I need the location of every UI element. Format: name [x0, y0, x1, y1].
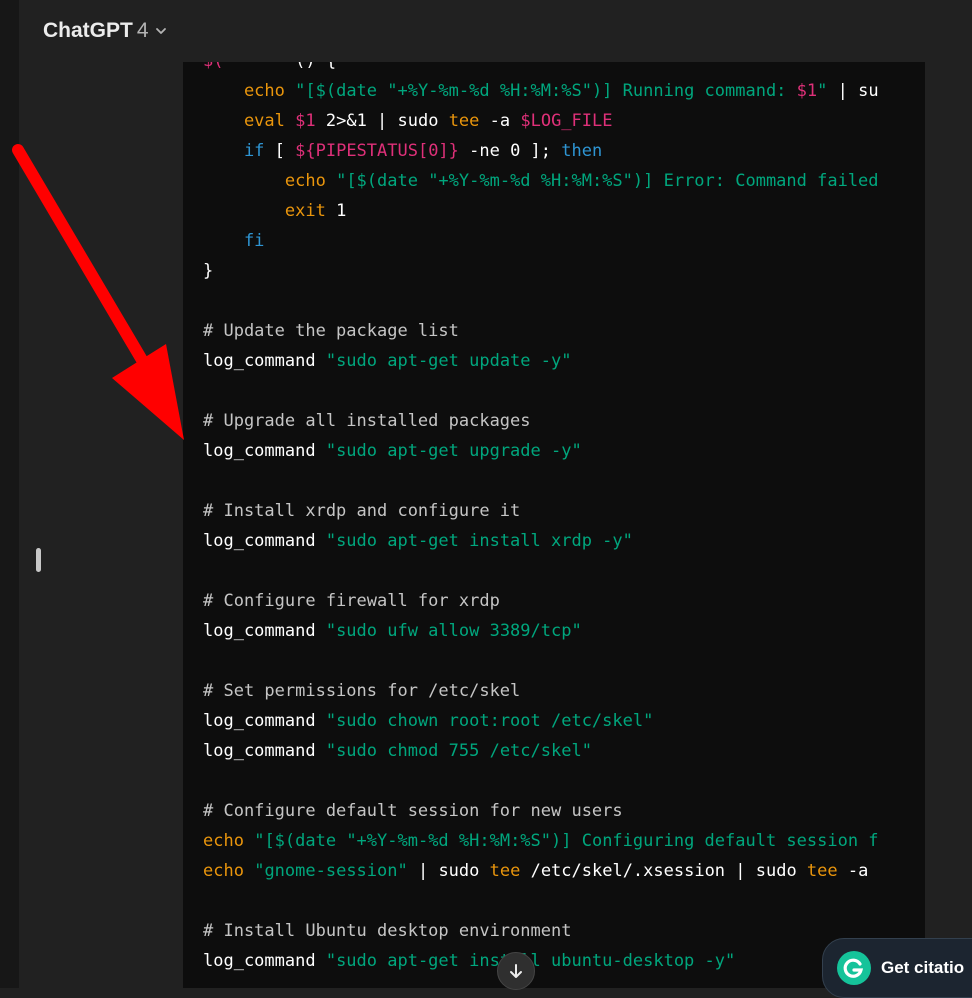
code-token: ${PIPESTATUS[0]} — [295, 141, 459, 161]
code-line: log_command "sudo chown root:root /etc/s… — [203, 706, 653, 736]
code-line: # Install xrdp and configure it — [203, 496, 520, 526]
code-token: "sudo apt-get upgrade -y" — [325, 441, 582, 461]
model-selector-button[interactable]: ChatGPT 4 — [43, 16, 167, 46]
code-line: if [ ${PIPESTATUS[0]} -ne 0 ]; then — [203, 136, 602, 166]
arrow-down-icon — [510, 964, 522, 978]
code-line: echo "[$(date "+%Y-%m-%d %H:%M:%S")] Err… — [203, 166, 879, 196]
code-token: log_command — [203, 441, 326, 461]
code-token: exit — [203, 201, 326, 221]
top-bar: ChatGPT 4 — [19, 0, 972, 62]
code-token: | sudo — [407, 861, 490, 881]
code-token: echo — [203, 831, 244, 851]
code-token: /etc/skel/.xsession | sudo — [520, 861, 807, 881]
scroll-down-button[interactable] — [497, 952, 535, 990]
citation-label: Get citatio — [881, 958, 965, 977]
code-line: echo "[$(date "+%Y-%m-%d %H:%M:%S")] Con… — [203, 826, 879, 856]
code-line: fi — [203, 226, 264, 256]
code-token: eval — [203, 111, 285, 131]
code-line: # Configure default session for new user… — [203, 796, 623, 826]
sidebar-strip — [0, 0, 19, 988]
code-token: # Set permissions for /etc/skel — [203, 681, 521, 701]
code-token: if — [203, 141, 265, 161]
code-line: # Upgrade all installed packages — [203, 406, 531, 436]
code-token: # Configure default session for new user… — [203, 801, 623, 821]
code-token: () — [295, 62, 315, 71]
code-token: "sudo apt-get update -y" — [325, 351, 572, 371]
code-token: 1 — [325, 201, 347, 221]
code-token: $( — [203, 62, 223, 71]
code-token: } — [203, 261, 214, 281]
code-line: # Configure firewall for xrdp — [203, 586, 500, 616]
code-token: log_command — [203, 621, 326, 641]
code-token: # Upgrade all installed packages — [203, 411, 531, 431]
code-line: } — [203, 256, 213, 286]
code-token: $1 — [796, 81, 818, 101]
chevron-down-icon — [155, 28, 166, 34]
code-token: $LOG_FILE — [520, 111, 613, 131]
code-token: fi — [203, 231, 265, 251]
code-line: log_command "sudo apt-get install xrdp -… — [203, 526, 633, 556]
code-block: $( () { echo "[$(date "+%Y-%m-%d %H:%M:%… — [183, 62, 925, 988]
code-token: tee — [489, 861, 521, 881]
code-token: log_command — [203, 741, 326, 761]
code-token: 2>&1 | sudo — [315, 111, 449, 131]
code-line: eval $1 2>&1 | sudo tee -a $LOG_FILE — [203, 106, 613, 136]
sidebar-toggle-handle[interactable] — [36, 548, 41, 572]
code-token: [ — [264, 141, 296, 161]
code-token: { — [316, 62, 336, 71]
code-token: log_command — [203, 951, 326, 971]
code-token: " — [817, 81, 828, 101]
code-token: "sudo ufw allow 3389/tcp" — [325, 621, 582, 641]
code-token: # Install Ubuntu desktop environment — [203, 921, 572, 941]
code-line: # Set permissions for /etc/skel — [203, 676, 520, 706]
code-token: # Configure firewall for xrdp — [203, 591, 500, 611]
code-line: $( () { — [203, 62, 336, 76]
code-token: # Install xrdp and configure it — [203, 501, 521, 521]
code-token: echo — [203, 861, 244, 881]
grammarly-citation-button[interactable]: Get citatio — [822, 938, 972, 998]
code-token: log_command — [203, 351, 326, 371]
code-line: # Install Ubuntu desktop environment — [203, 916, 571, 946]
code-line: log_command "sudo apt-get update -y" — [203, 346, 571, 376]
code-line: log_command "sudo apt-get install ubuntu… — [203, 946, 735, 976]
code-line: echo "[$(date "+%Y-%m-%d %H:%M:%S")] Run… — [203, 76, 879, 106]
code-token: -ne 0 ]; — [458, 141, 562, 161]
code-token: echo — [203, 171, 326, 191]
code-token: "sudo chown root:root /etc/skel" — [325, 711, 654, 731]
code-token: "sudo apt-get install xrdp -y" — [325, 531, 633, 551]
model-name: ChatGPT — [43, 19, 133, 42]
code-line: log_command "sudo chmod 755 /etc/skel" — [203, 736, 592, 766]
code-token: "[$(date "+%Y-%m-%d %H:%M:%S")] Error: C… — [336, 171, 879, 191]
code-line: log_command "sudo apt-get upgrade -y" — [203, 436, 582, 466]
code-token: # Update the package list — [203, 321, 459, 341]
code-token: "[$(date "+%Y-%m-%d %H:%M:%S")] Configur… — [254, 831, 879, 851]
code-token: tee — [448, 111, 480, 131]
code-line: # Update the package list — [203, 316, 459, 346]
code-token: log_command — [203, 711, 326, 731]
code-token: log_command — [203, 531, 326, 551]
code-token: tee — [806, 861, 838, 881]
code-token: -a — [837, 861, 869, 881]
code-token: then — [561, 141, 603, 161]
code-token: "[$(date "+%Y-%m-%d %H:%M:%S")] Running … — [295, 81, 797, 101]
grammarly-g-icon — [837, 951, 871, 985]
model-version: 4 — [136, 19, 149, 42]
code-token: "gnome-session" — [254, 861, 408, 881]
code-token: -a — [479, 111, 521, 131]
code-token: $1 — [295, 111, 316, 131]
code-token: | su — [827, 81, 879, 101]
code-token: "sudo chmod 755 /etc/skel" — [325, 741, 592, 761]
code-line: echo "gnome-session" | sudo tee /etc/ske… — [203, 856, 868, 886]
code-line: log_command "sudo ufw allow 3389/tcp" — [203, 616, 582, 646]
code-line: exit 1 — [203, 196, 346, 226]
code-block-edge — [925, 62, 972, 988]
code-token: echo — [203, 81, 285, 101]
